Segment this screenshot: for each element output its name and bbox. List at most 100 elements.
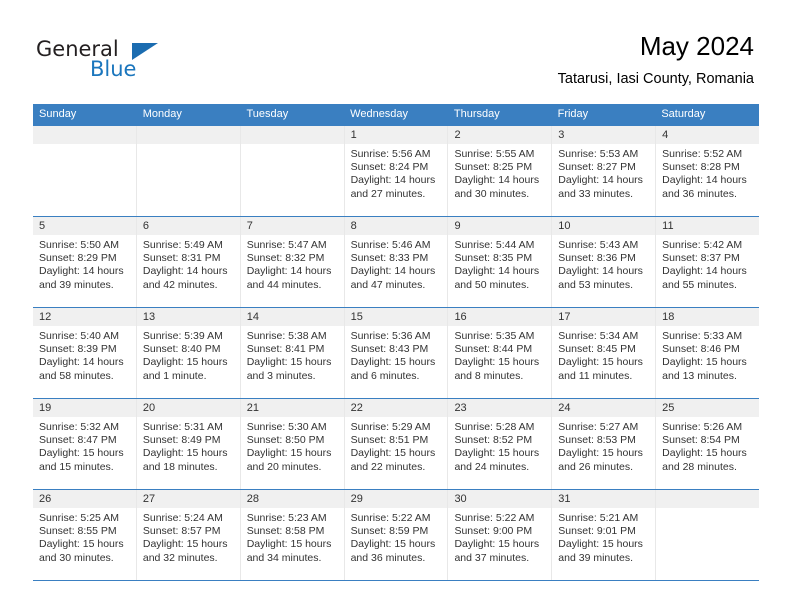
day-info: Sunrise: 5:22 AM Sunset: 9:00 PM Dayligh… <box>448 508 551 565</box>
day-cell[interactable]: 31 Sunrise: 5:21 AM Sunset: 9:01 PM Dayl… <box>551 490 656 580</box>
day-cell[interactable]: 6 Sunrise: 5:49 AM Sunset: 8:31 PM Dayli… <box>135 217 240 307</box>
day-info: Sunrise: 5:47 AM Sunset: 8:32 PM Dayligh… <box>241 235 344 292</box>
weekday-header-wednesday: Wednesday <box>350 108 409 120</box>
day-cell[interactable]: 11 Sunrise: 5:42 AM Sunset: 8:37 PM Dayl… <box>655 217 760 307</box>
sunset-text: Sunset: 8:51 PM <box>350 434 429 447</box>
daylight-text-line2: and 3 minutes. <box>246 369 316 382</box>
page-title: May 2024 <box>639 31 754 61</box>
daylight-text-line1: Daylight: 14 hours <box>350 174 436 187</box>
day-cell[interactable]: 24 Sunrise: 5:27 AM Sunset: 8:53 PM Dayl… <box>551 399 656 489</box>
sunset-text: Sunset: 8:47 PM <box>39 434 117 447</box>
day-number: 1 <box>344 126 448 144</box>
daylight-text-line2: and 30 minutes. <box>454 187 530 200</box>
day-cell[interactable]: 5 Sunrise: 5:50 AM Sunset: 8:29 PM Dayli… <box>33 217 136 307</box>
sunrise-text: Sunrise: 5:24 AM <box>142 512 223 524</box>
day-number: 10 <box>552 217 656 235</box>
sunrise-text: Sunrise: 5:49 AM <box>142 239 223 251</box>
day-cell[interactable]: 19 Sunrise: 5:32 AM Sunset: 8:47 PM Dayl… <box>33 399 136 489</box>
day-number <box>136 126 240 144</box>
sunrise-text: Sunrise: 5:27 AM <box>558 421 639 433</box>
day-cell[interactable]: 16 Sunrise: 5:35 AM Sunset: 8:44 PM Dayl… <box>447 308 552 398</box>
day-cell[interactable]: 26 Sunrise: 5:25 AM Sunset: 8:55 PM Dayl… <box>33 490 136 580</box>
daylight-text-line2: and 22 minutes. <box>350 460 426 473</box>
weekday-header-friday: Friday <box>557 108 589 120</box>
day-cell[interactable]: 10 Sunrise: 5:43 AM Sunset: 8:36 PM Dayl… <box>551 217 656 307</box>
day-cell[interactable]: 15 Sunrise: 5:36 AM Sunset: 8:43 PM Dayl… <box>343 308 448 398</box>
day-cell[interactable]: 28 Sunrise: 5:23 AM Sunset: 8:58 PM Dayl… <box>239 490 344 580</box>
daylight-text-line2: and 34 minutes. <box>246 551 322 564</box>
day-cell[interactable]: 25 Sunrise: 5:26 AM Sunset: 8:54 PM Dayl… <box>655 399 760 489</box>
day-cell[interactable]: 18 Sunrise: 5:33 AM Sunset: 8:46 PM Dayl… <box>655 308 760 398</box>
daylight-text-line1: Daylight: 15 hours <box>558 447 643 460</box>
day-cell[interactable]: 13 Sunrise: 5:39 AM Sunset: 8:40 PM Dayl… <box>135 308 240 398</box>
day-number: 3 <box>552 126 656 144</box>
day-info: Sunrise: 5:38 AM Sunset: 8:41 PM Dayligh… <box>241 326 344 383</box>
daylight-text-line1: Daylight: 15 hours <box>39 538 124 551</box>
sunrise-text: Sunrise: 5:28 AM <box>454 421 535 433</box>
daylight-text-line1: Daylight: 14 hours <box>662 265 747 278</box>
weekday-header-thursday: Thursday <box>453 108 500 120</box>
day-cell[interactable]: 21 Sunrise: 5:30 AM Sunset: 8:50 PM Dayl… <box>239 399 344 489</box>
calendar-week-row: 1 Sunrise: 5:56 AM Sunset: 8:24 PM Dayli… <box>33 125 760 216</box>
sunrise-text: Sunrise: 5:30 AM <box>246 421 327 433</box>
day-info: Sunrise: 5:52 AM Sunset: 8:28 PM Dayligh… <box>656 144 759 201</box>
daylight-text-line1: Daylight: 15 hours <box>142 447 228 460</box>
day-number: 14 <box>240 308 344 326</box>
sunrise-text: Sunrise: 5:26 AM <box>662 421 743 433</box>
daylight-text-line2: and 24 minutes. <box>454 460 530 473</box>
general-blue-logo[interactable]: General Blue <box>36 37 266 93</box>
day-cell[interactable]: 12 Sunrise: 5:40 AM Sunset: 8:39 PM Dayl… <box>33 308 136 398</box>
sunset-text: Sunset: 8:25 PM <box>454 161 533 174</box>
day-cell[interactable]: 27 Sunrise: 5:24 AM Sunset: 8:57 PM Dayl… <box>135 490 240 580</box>
day-info: Sunrise: 5:26 AM Sunset: 8:54 PM Dayligh… <box>656 417 759 474</box>
day-number: 16 <box>448 308 552 326</box>
day-cell[interactable]: 1 Sunrise: 5:56 AM Sunset: 8:24 PM Dayli… <box>343 126 448 216</box>
day-info: Sunrise: 5:21 AM Sunset: 9:01 PM Dayligh… <box>552 508 655 565</box>
day-cell[interactable]: 30 Sunrise: 5:22 AM Sunset: 9:00 PM Dayl… <box>447 490 552 580</box>
day-number: 24 <box>552 399 656 417</box>
daylight-text-line2: and 8 minutes. <box>454 369 524 382</box>
day-cell[interactable]: 14 Sunrise: 5:38 AM Sunset: 8:41 PM Dayl… <box>239 308 344 398</box>
sunset-text: Sunset: 8:35 PM <box>454 252 533 265</box>
weekday-header-monday: Monday <box>142 108 182 120</box>
daylight-text-line2: and 18 minutes. <box>142 460 218 473</box>
day-number <box>33 126 136 144</box>
sunrise-text: Sunrise: 5:42 AM <box>662 239 743 251</box>
day-cell[interactable] <box>33 126 136 216</box>
daylight-text-line1: Daylight: 14 hours <box>558 174 643 187</box>
day-cell[interactable] <box>135 126 240 216</box>
day-info: Sunrise: 5:25 AM Sunset: 8:55 PM Dayligh… <box>33 508 136 565</box>
day-cell[interactable]: 7 Sunrise: 5:47 AM Sunset: 8:32 PM Dayli… <box>239 217 344 307</box>
day-cell[interactable]: 17 Sunrise: 5:34 AM Sunset: 8:45 PM Dayl… <box>551 308 656 398</box>
day-number: 13 <box>136 308 240 326</box>
daylight-text-line2: and 42 minutes. <box>142 278 218 291</box>
day-number: 7 <box>240 217 344 235</box>
daylight-text-line2: and 53 minutes. <box>558 278 634 291</box>
daylight-text-line1: Daylight: 15 hours <box>558 356 643 369</box>
daylight-text-line2: and 1 minute. <box>142 369 207 382</box>
day-cell[interactable] <box>655 490 760 580</box>
calendar-week-row: 19 Sunrise: 5:32 AM Sunset: 8:47 PM Dayl… <box>33 398 760 489</box>
daylight-text-line1: Daylight: 15 hours <box>246 447 332 460</box>
sunrise-text: Sunrise: 5:52 AM <box>662 148 743 160</box>
day-cell[interactable]: 23 Sunrise: 5:28 AM Sunset: 8:52 PM Dayl… <box>447 399 552 489</box>
daylight-text-line2: and 28 minutes. <box>662 460 737 473</box>
day-cell[interactable]: 8 Sunrise: 5:46 AM Sunset: 8:33 PM Dayli… <box>343 217 448 307</box>
day-cell[interactable]: 4 Sunrise: 5:52 AM Sunset: 8:28 PM Dayli… <box>655 126 760 216</box>
day-cell[interactable]: 29 Sunrise: 5:22 AM Sunset: 8:59 PM Dayl… <box>343 490 448 580</box>
daylight-text-line1: Daylight: 15 hours <box>662 356 747 369</box>
daylight-text-line2: and 6 minutes. <box>350 369 420 382</box>
sunset-text: Sunset: 9:00 PM <box>454 525 533 538</box>
day-cell[interactable]: 20 Sunrise: 5:31 AM Sunset: 8:49 PM Dayl… <box>135 399 240 489</box>
sunrise-text: Sunrise: 5:38 AM <box>246 330 327 342</box>
day-cell[interactable]: 2 Sunrise: 5:55 AM Sunset: 8:25 PM Dayli… <box>447 126 552 216</box>
daylight-text-line1: Daylight: 14 hours <box>39 356 124 369</box>
day-cell[interactable]: 9 Sunrise: 5:44 AM Sunset: 8:35 PM Dayli… <box>447 217 552 307</box>
day-cell[interactable]: 22 Sunrise: 5:29 AM Sunset: 8:51 PM Dayl… <box>343 399 448 489</box>
day-number <box>240 126 344 144</box>
day-info: Sunrise: 5:29 AM Sunset: 8:51 PM Dayligh… <box>345 417 448 474</box>
calendar-week-row: 12 Sunrise: 5:40 AM Sunset: 8:39 PM Dayl… <box>33 307 760 398</box>
day-cell[interactable]: 3 Sunrise: 5:53 AM Sunset: 8:27 PM Dayli… <box>551 126 656 216</box>
daylight-text-line2: and 30 minutes. <box>39 551 114 564</box>
day-cell[interactable] <box>239 126 344 216</box>
